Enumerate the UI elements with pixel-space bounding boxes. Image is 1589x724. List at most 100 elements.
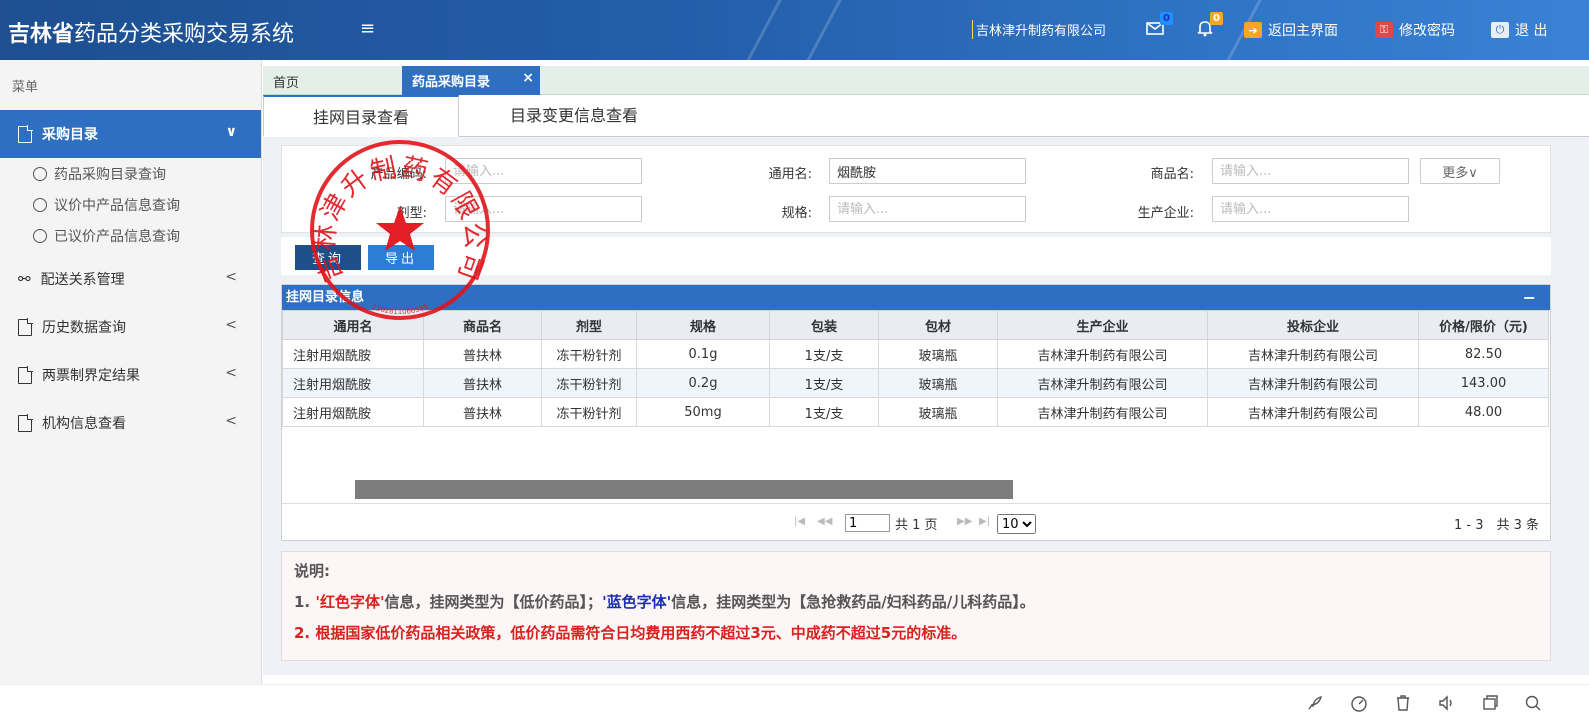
notes-line-1: 1. '红色字体'信息，挂网类型为【低价药品】；'蓝色字体'信息，挂网类型为【急… (294, 591, 1538, 612)
table-cell: 1支/支 (769, 339, 879, 369)
column-header[interactable]: 投标企业 (1207, 310, 1419, 340)
sidebar-item-two-invoice[interactable]: 两票制界定结果 < (0, 351, 261, 399)
generic-name-label: 通用名: (768, 167, 812, 182)
rocket-icon[interactable] (1305, 693, 1327, 715)
record-summary: 1 - 3 共 3 条 (1454, 518, 1540, 533)
table-cell: 0.1g (636, 339, 770, 369)
window-icon[interactable] (1480, 693, 1502, 715)
sidebar-item-procurement-catalog[interactable]: 采购目录 ∨ (0, 110, 261, 158)
trade-name-input[interactable] (1212, 158, 1409, 184)
speaker-icon[interactable] (1437, 693, 1459, 715)
first-page-icon[interactable]: |◀ (794, 516, 805, 527)
link-chain-icon: ⚯ (18, 270, 31, 288)
table-cell: 普扶林 (423, 397, 542, 427)
column-header[interactable]: 生产企业 (997, 310, 1208, 340)
subtab-catalog-changes[interactable]: 目录变更信息查看 (489, 95, 659, 137)
header-decoration (734, 0, 789, 60)
company-name: 吉林津升制药有限公司 (972, 20, 1106, 39)
dosage-form-input[interactable] (445, 196, 642, 222)
sidebar-item-delivery[interactable]: ⚯ 配送关系管理 < (0, 255, 261, 303)
column-header[interactable]: 通用名 (282, 310, 424, 340)
sidebar-subitem-label: 议价中产品信息查询 (54, 197, 180, 214)
sidebar-subitem-catalog-query[interactable]: 药品采购目录查询 (0, 158, 261, 189)
search-icon[interactable] (1523, 693, 1545, 715)
document-icon (18, 365, 33, 384)
change-password-button[interactable]: ⚿ 修改密码 (1375, 20, 1455, 40)
speedometer-icon[interactable] (1349, 693, 1371, 715)
notes-line-1-suffix: 信息，挂网类型为【急抢救药品/妇科药品/儿科药品】。 (671, 593, 1035, 611)
trade-name-label: 商品名: (1150, 167, 1194, 182)
notes-line-2: 2. 根据国家低价药品相关政策，低价药品需符合日均费用西药不超过3元、中成药不超… (294, 624, 967, 642)
sidebar-item-label: 配送关系管理 (40, 272, 125, 288)
table-row[interactable]: 注射用烟酰胺 普扶林 冻干粉针剂 0.1g 1支/支 玻璃瓶 吉林津升制药有限公… (282, 339, 1549, 369)
table-cell: 吉林津升制药有限公司 (1207, 368, 1419, 398)
horizontal-scrollbar[interactable] (355, 480, 1013, 499)
trash-icon[interactable] (1393, 693, 1415, 715)
table-cell: 吉林津升制药有限公司 (1207, 339, 1419, 369)
notes-title: 说明: (294, 562, 330, 580)
column-header[interactable]: 价格/限价（元) (1418, 310, 1549, 340)
radio-circle-icon (33, 197, 47, 212)
bell-icon[interactable]: 0 (1195, 12, 1223, 40)
table-row[interactable]: 注射用烟酰胺 普扶林 冻干粉针剂 50mg 1支/支 玻璃瓶 吉林津升制药有限公… (282, 397, 1549, 427)
spec-input[interactable] (829, 196, 1026, 222)
key-icon: ⚿ (1375, 22, 1393, 38)
tab-drug-catalog[interactable]: 药品采购目录 × (402, 66, 540, 95)
prev-page-icon[interactable]: ◀◀ (817, 516, 832, 527)
radio-circle-icon (33, 166, 47, 181)
app-title-system: 药品分类采购交易系统 (74, 22, 295, 47)
last-page-icon[interactable]: ▶| (979, 516, 990, 527)
main-content: 产品编码: 通用名: 商品名: 更多∨ 剂型: 规格: 生产企业: 查询 导出 … (263, 137, 1589, 675)
table-cell: 注射用烟酰胺 (282, 397, 424, 427)
more-filters-button[interactable]: 更多∨ (1420, 158, 1500, 184)
column-header[interactable]: 包材 (878, 310, 998, 340)
grid-title-text: 挂网目录信息 (286, 290, 365, 305)
page-number-input[interactable] (845, 514, 890, 532)
menu-toggle-icon[interactable]: ≡ (360, 18, 375, 39)
notes-line-1-mid: 信息，挂网类型为【低价药品】； (384, 593, 603, 611)
close-icon[interactable]: × (522, 70, 534, 86)
column-header[interactable]: 商品名 (423, 310, 542, 340)
table-cell: 50mg (636, 397, 770, 427)
chevron-down-icon: ∨ (225, 124, 237, 140)
table-cell: 吉林津升制药有限公司 (997, 339, 1208, 369)
app-title-province: 吉林省 (8, 22, 75, 47)
mail-icon[interactable]: 0 (1145, 12, 1173, 40)
document-icon (18, 124, 33, 143)
table-cell: 1支/支 (769, 397, 879, 427)
collapse-icon[interactable]: − (1523, 285, 1536, 310)
table-cell: 冻干粉针剂 (541, 397, 637, 427)
manufacturer-input[interactable] (1212, 196, 1409, 222)
page-tab-bar: 首页 药品采购目录 × (263, 66, 1589, 95)
document-icon (18, 413, 33, 432)
next-page-icon[interactable]: ▶▶ (957, 516, 972, 527)
column-header[interactable]: 规格 (636, 310, 770, 340)
tab-home[interactable]: 首页 (273, 72, 299, 91)
return-home-icon: ➔ (1244, 22, 1262, 38)
export-button[interactable]: 导出 (368, 245, 434, 270)
grid-title: 挂网目录信息 − (282, 285, 1550, 310)
column-header[interactable]: 包装 (769, 310, 879, 340)
column-header[interactable]: 剂型 (541, 310, 637, 340)
manufacturer-label: 生产企业: (1137, 206, 1194, 221)
search-form: 产品编码: 通用名: 商品名: 更多∨ 剂型: 规格: 生产企业: (281, 145, 1551, 233)
sidebar-menu-title: 菜单 (12, 80, 39, 95)
sidebar-item-history[interactable]: 历史数据查询 < (0, 303, 261, 351)
sidebar-item-org-info[interactable]: 机构信息查看 < (0, 399, 261, 447)
table-cell: 普扶林 (423, 368, 542, 398)
table-row[interactable]: 注射用烟酰胺 普扶林 冻干粉针剂 0.2g 1支/支 玻璃瓶 吉林津升制药有限公… (282, 368, 1549, 398)
logout-button[interactable]: ⏻ 退 出 (1491, 20, 1547, 40)
subtab-listed-catalog[interactable]: 挂网目录查看 (263, 95, 459, 137)
sidebar-subitem-negotiating-query[interactable]: 议价中产品信息查询 (0, 189, 261, 220)
mail-badge: 0 (1160, 12, 1173, 25)
app-title: 吉林省药品分类采购交易系统 (8, 16, 294, 48)
product-code-input[interactable] (445, 158, 642, 184)
sidebar-item-label: 两票制界定结果 (42, 368, 140, 384)
page-size-select[interactable]: 10 (997, 514, 1036, 534)
table-cell: 143.00 (1418, 368, 1549, 398)
notes-red-term: '红色字体' (315, 593, 385, 611)
sidebar-subitem-negotiated-query[interactable]: 已议价产品信息查询 (0, 220, 261, 251)
return-home-button[interactable]: ➔ 返回主界面 (1244, 20, 1338, 40)
query-button[interactable]: 查询 (295, 245, 361, 270)
generic-name-input[interactable] (829, 158, 1026, 184)
